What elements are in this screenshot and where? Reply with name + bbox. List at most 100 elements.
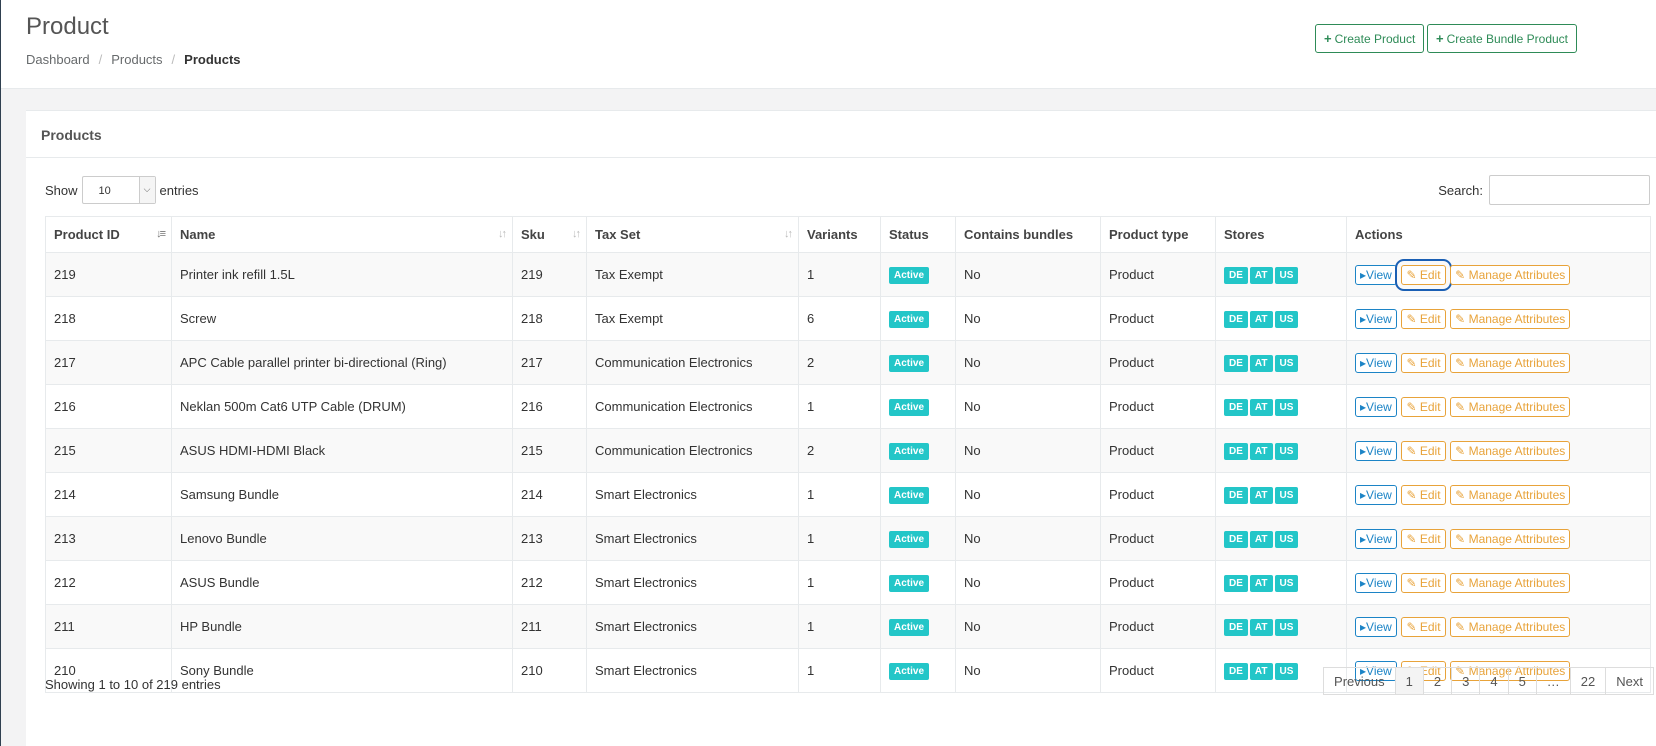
column-tax-set[interactable]: Tax Set ↓↑ — [586, 216, 799, 253]
status-badge: Active — [889, 442, 930, 460]
store-badge: US — [1274, 266, 1299, 284]
view-button[interactable]: ▸View — [1355, 484, 1397, 505]
cell-status: Active — [880, 516, 956, 561]
cell-sku: 210 — [512, 648, 587, 693]
edit-icon: ✎ — [1406, 531, 1417, 546]
edit-button[interactable]: ✎ Edit — [1395, 258, 1452, 291]
entries-select[interactable]: 10 ⌵ — [81, 176, 156, 204]
cell-contains-bundles: No — [955, 340, 1101, 385]
create-bundle-product-button[interactable]: + Create Bundle Product — [1427, 24, 1577, 53]
cell-status: Active — [880, 252, 956, 297]
cell-product-id: 219 — [45, 252, 172, 297]
breadcrumb-products[interactable]: Products — [111, 52, 162, 67]
cell-sku: 216 — [512, 384, 587, 429]
cell-product-type: Product — [1100, 340, 1216, 385]
products-table: Product ID ↓≡ Name ↓↑ Sku ↓↑ Tax Set ↓↑ Vari… — [45, 216, 1651, 693]
view-button[interactable]: ▸View — [1355, 528, 1397, 549]
store-badge: DE — [1224, 354, 1248, 372]
manage-attributes-button[interactable]: ✎ Manage Attributes — [1450, 528, 1571, 549]
view-button[interactable]: ▸View — [1355, 396, 1397, 417]
manage-attributes-button[interactable]: ✎ Manage Attributes — [1450, 396, 1571, 417]
view-button[interactable]: ▸View — [1355, 440, 1397, 461]
create-product-button[interactable]: + Create Product — [1315, 24, 1425, 53]
cell-sku: 217 — [512, 340, 587, 385]
breadcrumb: Dashboard / Products / Products — [26, 52, 241, 67]
status-badge: Active — [889, 618, 930, 636]
cell-name: ASUS Bundle — [171, 560, 513, 605]
edit-icon: ✎ — [1455, 311, 1466, 326]
create-product-label: Create Product — [1334, 31, 1416, 46]
view-button[interactable]: ▸View — [1355, 572, 1397, 593]
column-sku[interactable]: Sku ↓↑ — [512, 216, 587, 253]
cell-product-id: 215 — [45, 428, 172, 473]
manage-attributes-button[interactable]: ✎ Manage Attributes — [1450, 572, 1571, 593]
edit-icon: ✎ — [1455, 267, 1466, 282]
manage-attributes-button[interactable]: ✎ Manage Attributes — [1450, 308, 1571, 329]
manage-attributes-button[interactable]: ✎ Manage Attributes — [1450, 440, 1571, 461]
search-input[interactable] — [1489, 175, 1650, 205]
edit-button[interactable]: ✎ Edit — [1401, 484, 1446, 505]
store-badge: US — [1274, 618, 1299, 636]
breadcrumb-separator: / — [171, 52, 176, 67]
pagination-page-2[interactable]: 2 — [1422, 667, 1453, 695]
store-badge: AT — [1249, 662, 1273, 680]
cell-variants: 6 — [798, 296, 881, 341]
manage-attributes-button[interactable]: ✎ Manage Attributes — [1450, 264, 1571, 285]
cell-status: Active — [880, 296, 956, 341]
cell-product-id: 218 — [45, 296, 172, 341]
pagination-page-4[interactable]: 4 — [1479, 667, 1509, 695]
pagination-previous[interactable]: Previous — [1323, 667, 1396, 695]
edit-button[interactable]: ✎ Edit — [1401, 352, 1446, 373]
cell-contains-bundles: No — [955, 604, 1101, 649]
store-badge: US — [1274, 398, 1299, 416]
cell-product-id: 212 — [45, 560, 172, 605]
pagination-page-5[interactable]: 5 — [1507, 667, 1537, 695]
column-name[interactable]: Name ↓↑ — [171, 216, 513, 253]
breadcrumb-dashboard[interactable]: Dashboard — [26, 52, 90, 67]
view-button[interactable]: ▸View — [1355, 308, 1397, 329]
pagination-page-3[interactable]: 3 — [1451, 667, 1481, 695]
edit-icon: ✎ — [1455, 443, 1466, 458]
pagination-ellipsis: … — [1535, 667, 1571, 695]
cell-product-id: 216 — [45, 384, 172, 429]
view-button[interactable]: ▸View — [1355, 616, 1397, 637]
edit-button[interactable]: ✎ Edit — [1401, 440, 1446, 461]
edit-button[interactable]: ✎ Edit — [1401, 308, 1446, 329]
manage-attributes-button[interactable]: ✎ Manage Attributes — [1450, 352, 1571, 373]
table-search: Search: — [1438, 175, 1650, 205]
edit-button[interactable]: ✎ Edit — [1401, 396, 1446, 417]
view-button[interactable]: ▸View — [1355, 352, 1397, 373]
column-status: Status — [880, 216, 956, 253]
cell-variants: 1 — [798, 604, 881, 649]
edit-button[interactable]: ✎ Edit — [1401, 572, 1446, 593]
cell-product-id: 213 — [45, 516, 172, 561]
edit-button[interactable]: ✎ Edit — [1401, 616, 1446, 637]
cell-contains-bundles: No — [955, 472, 1101, 517]
store-badge: US — [1274, 310, 1299, 328]
column-contains-bundles: Contains bundles — [955, 216, 1101, 253]
store-badge: AT — [1249, 486, 1273, 504]
manage-attributes-button[interactable]: ✎ Manage Attributes — [1450, 484, 1571, 505]
sort-icon: ↓↑ — [498, 228, 507, 240]
pagination-page-1[interactable]: 1 — [1394, 667, 1424, 695]
view-button[interactable]: ▸View — [1355, 264, 1397, 285]
status-badge: Active — [889, 574, 930, 592]
breadcrumb-current: Products — [184, 52, 241, 67]
cell-actions: ▸View ✎ Edit ✎ Manage Attributes — [1346, 516, 1651, 561]
column-product-id[interactable]: Product ID ↓≡ — [45, 216, 172, 253]
table-body: 219 Printer ink refill 1.5L 219 Tax Exem… — [45, 252, 1651, 693]
store-badge: AT — [1249, 574, 1273, 592]
manage-attributes-button[interactable]: ✎ Manage Attributes — [1450, 616, 1571, 637]
cell-variants: 1 — [798, 252, 881, 297]
store-badge: AT — [1249, 310, 1273, 328]
cell-contains-bundles: No — [955, 384, 1101, 429]
entries-length: Show 10 ⌵ entries — [45, 176, 199, 204]
cell-name: ASUS HDMI-HDMI Black — [171, 428, 513, 473]
pagination-next[interactable]: Next — [1605, 667, 1654, 695]
pagination-page-22[interactable]: 22 — [1569, 667, 1607, 695]
cell-product-type: Product — [1100, 648, 1216, 693]
cell-stores: DE AT US — [1215, 516, 1347, 561]
edit-button[interactable]: ✎ Edit — [1401, 528, 1446, 549]
cell-product-id: 214 — [45, 472, 172, 517]
cell-tax-set: Smart Electronics — [586, 560, 799, 605]
